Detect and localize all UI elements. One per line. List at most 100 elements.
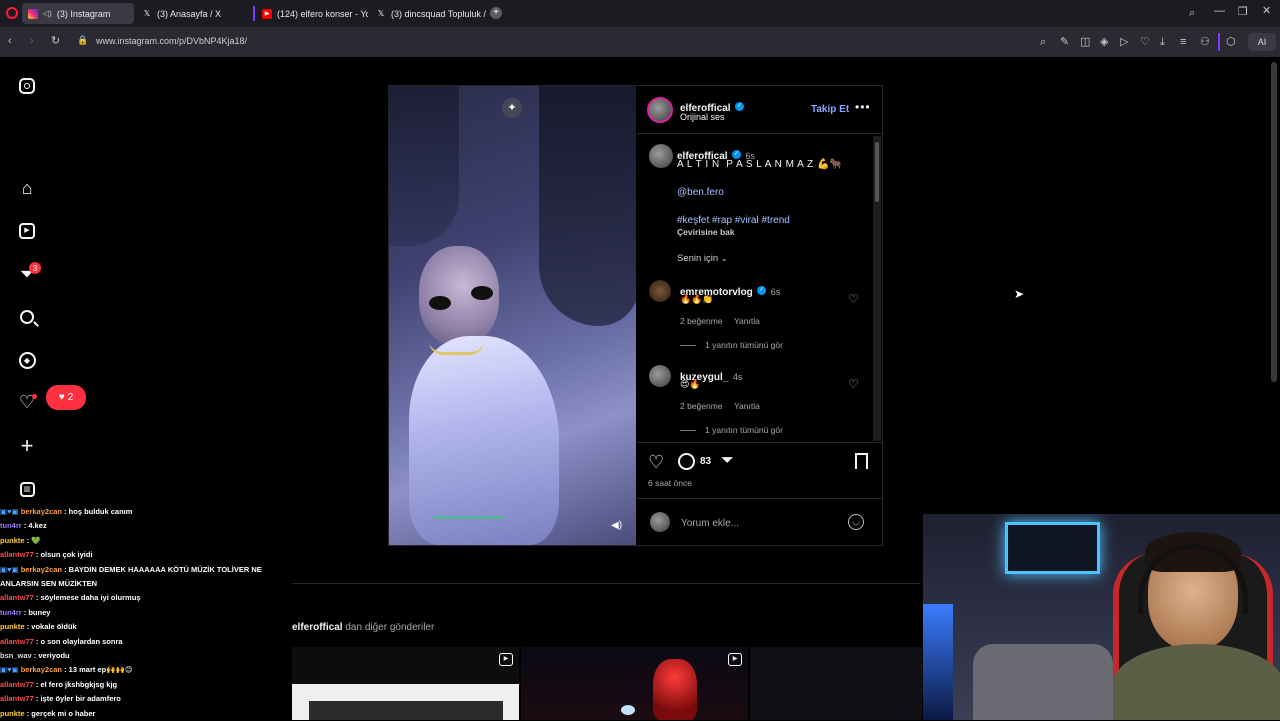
person-body (409, 336, 559, 545)
chat-username[interactable]: berkay2can (21, 507, 62, 516)
comment-input-divider (637, 498, 883, 499)
chat-username[interactable]: bsn_wav (0, 651, 32, 660)
more-options-icon[interactable]: ••• (855, 100, 871, 114)
sort-dropdown[interactable]: Senin için ⌄ (677, 253, 728, 264)
comment-avatar[interactable] (649, 365, 671, 387)
mute-icon[interactable]: ◀) (611, 520, 622, 531)
chat-username[interactable]: tun4rr (0, 608, 22, 617)
create-icon[interactable]: + (17, 433, 37, 458)
like-icon[interactable]: ♡ (648, 452, 664, 473)
chat-message: ▣♥▣ berkay2can : BAYDIN DEMEK HAAAAAA KÖ… (0, 563, 280, 577)
close-window-icon[interactable]: ✕ (1262, 6, 1271, 17)
instagram-logo-icon[interactable] (17, 76, 37, 96)
verified-icon: ✓ (735, 102, 745, 112)
stream-chat-overlay: ▣♥▣ berkay2can : hoş bulduk canım tun4rr … (0, 505, 280, 721)
chat-username[interactable]: allantw77 (0, 694, 34, 703)
post-video[interactable]: ✦ ◀) (389, 86, 636, 545)
chat-username[interactable]: allantw77 (0, 637, 34, 646)
chat-username[interactable]: punkte (0, 536, 25, 545)
restore-icon[interactable]: ❐ (1238, 7, 1248, 18)
thumbnail-image (653, 659, 697, 720)
shield-icon[interactable]: ◈ (1100, 37, 1108, 48)
sparkle-icon[interactable]: ✦ (502, 98, 522, 118)
menu-icon[interactable]: ≡ (1180, 37, 1186, 48)
forward-icon[interactable]: › (30, 36, 34, 47)
caption-avatar[interactable] (649, 144, 673, 168)
chat-username[interactable]: punkte (0, 622, 25, 631)
reply-button[interactable]: Yanıtla (734, 401, 760, 411)
browser-tab-bar: ◁) (3) Instagram 𝕏 (3) Anasayfa / X ▶ (1… (0, 0, 1280, 27)
more-posts-username[interactable]: elferoffical (292, 622, 343, 633)
chat-username[interactable]: berkay2can (21, 665, 62, 674)
chat-username[interactable]: punkte (0, 709, 25, 718)
tab-label: (3) dincsquad Topluluk / X (391, 8, 486, 19)
audio-label[interactable]: Orijinal ses (680, 112, 725, 122)
reels-icon[interactable]: ▶ (17, 221, 37, 241)
profile-icon[interactable]: ⚇ (1200, 37, 1210, 48)
ai-button[interactable]: AI (1248, 33, 1276, 51)
likes-popup[interactable]: ♥ 2 (46, 385, 86, 410)
chat-text: : veriyodu (33, 651, 70, 661)
chat-username[interactable]: tun4rr (0, 521, 22, 530)
camera-icon[interactable]: ◫ (1080, 37, 1090, 48)
translate-link[interactable]: Çevirisine bak (677, 227, 735, 237)
chat-username[interactable]: allantw77 (0, 593, 34, 602)
chat-message: allantw77 : el fero jkshbgkjsg kjg (0, 678, 280, 692)
comment-likes[interactable]: 2 beğenme (680, 401, 723, 411)
emoji-icon[interactable]: ◡ (848, 514, 864, 530)
page-scrollbar[interactable] (1271, 62, 1277, 382)
share-icon[interactable]: ⏷ (721, 452, 734, 470)
chat-text: : BAYDIN DEMEK HAAAAAA KÖTÜ MÜZİK TOLİVE… (64, 564, 262, 574)
chat-username[interactable]: allantw77 (0, 680, 34, 689)
comment-text: 😍🔥 (680, 379, 701, 389)
tab-x-home[interactable]: 𝕏 (3) Anasayfa / X (136, 3, 252, 24)
comment-like-icon[interactable]: ♡ (848, 292, 859, 306)
follow-button[interactable]: Takip Et (811, 104, 849, 115)
grid-post-thumbnail[interactable] (750, 647, 922, 720)
author-avatar[interactable] (647, 97, 673, 123)
opera-logo-icon[interactable] (6, 7, 18, 19)
comment-like-icon[interactable]: ♡ (848, 377, 859, 391)
edit-icon[interactable]: ✎ (1060, 37, 1069, 48)
new-tab-button[interactable]: + (490, 7, 502, 19)
save-bookmark-icon[interactable] (855, 453, 868, 469)
replies-line (680, 430, 696, 431)
zoom-icon[interactable]: ⌕ (1040, 37, 1046, 48)
chat-username[interactable]: allantw77 (0, 550, 34, 559)
comment-icon[interactable] (678, 453, 695, 470)
tab-youtube[interactable]: ▶ (124) elfero konser - YouT (256, 3, 368, 24)
reply-button[interactable]: Yanıtla (734, 316, 760, 326)
comment-likes[interactable]: 2 beğenme (680, 316, 723, 326)
mention-link[interactable]: @ben.fero (677, 187, 724, 198)
unread-dot (32, 394, 37, 399)
chat-username[interactable]: berkay2can (21, 565, 62, 574)
explore-icon[interactable]: ◆ (17, 350, 37, 370)
tab-x-community[interactable]: 𝕏 (3) dincsquad Topluluk / X (370, 3, 486, 24)
play-icon[interactable]: ▷ (1120, 37, 1128, 48)
verified-icon: ✓ (757, 286, 767, 296)
view-replies-link[interactable]: 1 yanıtın tümünü gör (705, 340, 783, 350)
view-replies-link[interactable]: 1 yanıtın tümünü gör (705, 425, 783, 435)
url-field[interactable]: www.instagram.com/p/DVbNP4Kja18/ (96, 36, 247, 46)
download-icon[interactable]: ⤓ (1160, 37, 1165, 48)
comment-input[interactable]: Yorum ekle... (681, 518, 739, 529)
reload-icon[interactable]: ↻ (51, 36, 60, 47)
grid-post-thumbnail[interactable]: ▶ (521, 647, 748, 720)
tab-label: (124) elfero konser - YouT (277, 8, 368, 19)
search-icon[interactable] (17, 307, 39, 327)
comment-avatar[interactable] (649, 280, 671, 302)
home-icon[interactable]: ⌂ (17, 178, 37, 198)
dashboard-icon[interactable]: ▥ (17, 479, 37, 499)
comments-scrollbar[interactable] (873, 136, 881, 441)
hashtags-link[interactable]: #keşfet #rap #viral #trend (677, 215, 790, 226)
scrollbar-thumb[interactable] (875, 142, 879, 202)
chat-text: : o son olaylardan sonra (35, 636, 123, 646)
grid-post-thumbnail[interactable]: ▶ (292, 647, 519, 720)
extensions-icon[interactable]: ⬡ (1226, 37, 1236, 48)
back-icon[interactable]: ‹ (8, 36, 12, 47)
search-tabs-icon[interactable]: ⌕ (1189, 8, 1195, 19)
chat-text: : el fero jkshbgkjsg kjg (35, 679, 118, 689)
tab-instagram[interactable]: ◁) (3) Instagram (22, 3, 134, 24)
heart-icon[interactable]: ♡ (1140, 37, 1150, 48)
minimize-icon[interactable]: — (1214, 6, 1225, 17)
